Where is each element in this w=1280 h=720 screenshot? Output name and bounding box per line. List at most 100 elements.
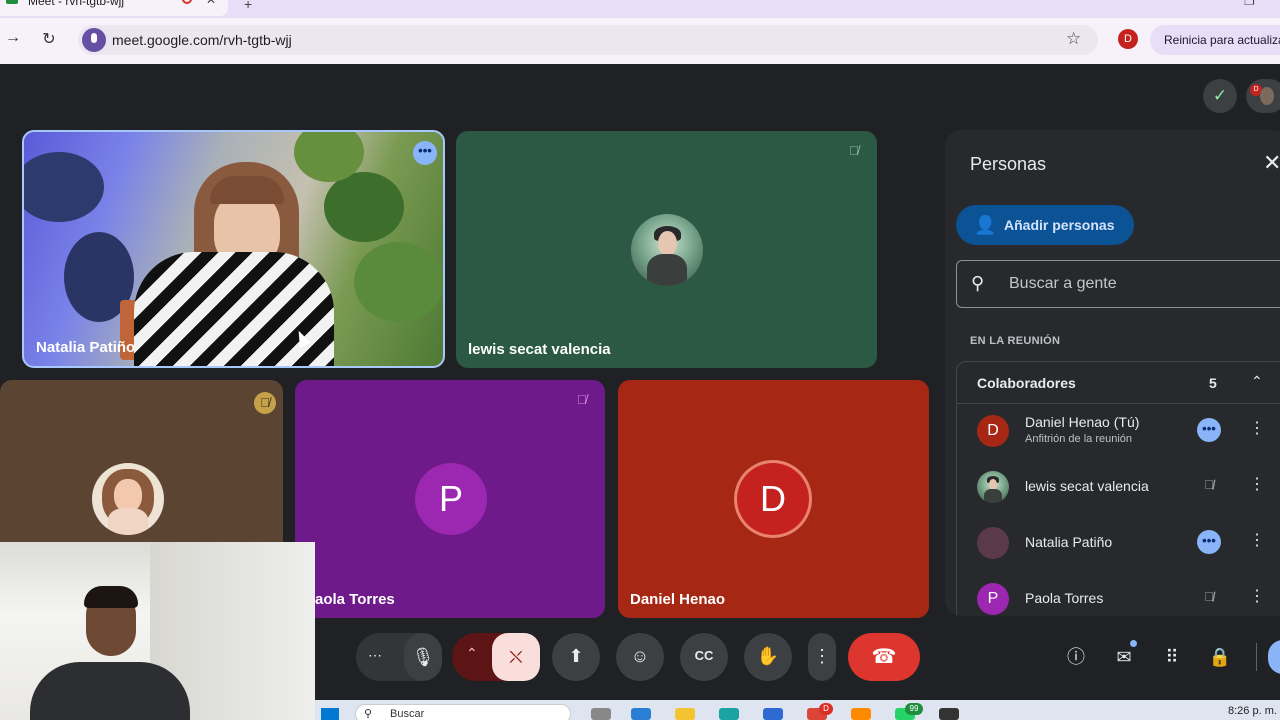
app-icon[interactable] [939, 708, 959, 720]
video-tile-paola[interactable]: 🎙̸ P Paola Torres [295, 380, 605, 618]
participants-avatars[interactable]: D [1246, 79, 1280, 113]
mic-off-icon: 🎙̸ [254, 392, 276, 414]
tile-options-icon[interactable]: ••• [413, 141, 437, 165]
profile-avatar[interactable]: D [1118, 29, 1138, 49]
mic-off-icon: 🎙̸ [1204, 477, 1214, 492]
participant-row[interactable]: lewis secat valencia 🎙̸ ⋮ [957, 458, 1280, 514]
participant-name: lewis secat valencia [1025, 478, 1149, 494]
camera-controls: ⌃ ⛌ [452, 633, 540, 681]
store-icon[interactable] [763, 708, 783, 720]
firefox-icon[interactable] [851, 708, 871, 720]
tile-name: lewis secat valencia [468, 341, 611, 358]
contributors-group: Colaboradores 5 ⌃ D Daniel Henao (Tú) An… [956, 361, 1280, 616]
captions-button[interactable]: CC [680, 633, 728, 681]
chevron-up-icon[interactable]: ⌃ [1251, 373, 1263, 390]
participant-row[interactable]: D Daniel Henao (Tú) Anfitrión de la reun… [957, 402, 1280, 458]
add-people-label: Añadir personas [1004, 217, 1115, 233]
more-vert-icon: ⋮ [813, 646, 831, 666]
participant-avatar [92, 463, 164, 535]
system-clock: 8:26 p. m. [1228, 705, 1277, 717]
group-title: Colaboradores [977, 375, 1076, 391]
activities-icon[interactable]: ⠿ [1160, 645, 1184, 669]
raise-hand-button[interactable]: ✋ [744, 633, 792, 681]
more-vert-icon[interactable]: ⋮ [1249, 586, 1265, 606]
site-permissions-icon[interactable] [82, 28, 106, 52]
more-vert-icon[interactable]: ⋮ [1249, 474, 1265, 494]
participant-avatar: P [415, 463, 487, 535]
plant-leaf [324, 172, 404, 242]
video-tile-lewis[interactable]: 🎙̸ lewis secat valencia [456, 131, 877, 368]
person-body [30, 662, 190, 720]
search-icon: ⚲ [364, 708, 373, 720]
plant-leaf [354, 242, 443, 322]
meet-favicon-icon [6, 0, 18, 4]
host-controls-icon[interactable]: 🔒 [1208, 645, 1232, 669]
close-tab-icon[interactable]: ✕ [206, 0, 216, 7]
present-screen-button[interactable]: ⬆ [552, 633, 600, 681]
chat-icon[interactable]: ✉ [1112, 645, 1136, 669]
bookmark-star-icon[interactable]: ☆ [1066, 29, 1081, 49]
file-explorer-icon[interactable] [675, 708, 695, 720]
add-people-button[interactable]: 👤 Añadir personas [956, 205, 1134, 245]
avatar [977, 471, 1009, 503]
audio-controls: ⋯ 🎙 [356, 633, 442, 681]
tile-name: Daniel Henao [630, 591, 726, 608]
browser-tab-meet[interactable]: Meet - rvh-tgtb-wjj ✕ [0, 0, 228, 16]
reload-icon[interactable]: ↻ [37, 29, 61, 49]
present-icon: ⬆ [568, 646, 584, 666]
windows-start-icon[interactable] [321, 708, 339, 720]
section-label: EN LA REUNIÓN [970, 335, 1061, 347]
forward-icon[interactable]: → [1, 29, 25, 47]
captions-icon: CC [694, 648, 714, 663]
person-bangs [210, 176, 284, 204]
search-people-input[interactable]: ⚲ Buscar a gente [956, 260, 1280, 308]
more-vert-icon[interactable]: ⋮ [1249, 530, 1265, 550]
more-options-button[interactable]: ⋮ [808, 633, 836, 681]
taskbar-search[interactable]: ⚲ Buscar [355, 704, 571, 720]
taskbar-search-placeholder: Buscar [390, 708, 425, 720]
speaking-indicator-icon: ••• [1197, 418, 1221, 442]
participant-name: Paola Torres [1025, 590, 1104, 606]
video-tile-natalia[interactable]: ••• Natalia Patiño [22, 130, 445, 368]
copilot-icon[interactable] [631, 708, 651, 720]
people-panel: Personas ✕ 👤 Añadir personas ⚲ Buscar a … [945, 130, 1280, 616]
reactions-button[interactable]: ☺ [616, 633, 664, 681]
avatar-photo [1260, 87, 1274, 105]
mic-off-icon: 🎙̸ [577, 392, 587, 407]
address-bar[interactable]: meet.google.com/rvh-tgtb-wjj ☆ [78, 25, 1098, 55]
edge-icon[interactable] [719, 708, 739, 720]
audio-options-icon[interactable]: ⋯ [368, 647, 382, 664]
person-hair [84, 586, 138, 608]
participant-name: Daniel Henao (Tú) [1025, 414, 1140, 430]
leave-call-button[interactable]: ☎ [848, 633, 920, 681]
participant-name: Natalia Patiño [1025, 534, 1113, 550]
meeting-info-icon[interactable]: ⓘ [1064, 645, 1088, 669]
group-count: 5 [1209, 375, 1217, 391]
participant-row[interactable]: Natalia Patiño ••• ⋮ [957, 514, 1280, 570]
avatar: D [977, 415, 1009, 447]
windows-taskbar: ⚲ Buscar D 99 [315, 700, 1280, 720]
tile-name: Natalia Patiño [36, 339, 136, 356]
participant-row[interactable]: P Paola Torres 🎙̸ ⋮ [957, 570, 1280, 616]
checkmark-icon[interactable]: ✓ [1203, 79, 1237, 113]
more-vert-icon[interactable]: ⋮ [1249, 418, 1265, 438]
update-button[interactable]: Reinicia para actualizar [1150, 25, 1280, 55]
add-person-icon: 👤 [974, 215, 997, 235]
new-tab-icon[interactable]: + [244, 0, 252, 12]
person-sweater [134, 252, 334, 366]
window-control-icon[interactable]: ❐ [1244, 0, 1255, 8]
emoji-icon: ☺ [630, 646, 650, 666]
microphone-button[interactable]: 🎙 [404, 633, 442, 681]
video-tile-daniel[interactable]: D Daniel Henao [618, 380, 929, 618]
people-button[interactable] [1268, 640, 1280, 674]
browser-tab-strip: Meet - rvh-tgtb-wjj ✕ + ❐ [0, 0, 1280, 18]
panel-title: Personas [970, 154, 1047, 174]
camera-off-button[interactable]: ⛌ [492, 633, 540, 681]
close-icon[interactable]: ✕ [1263, 150, 1280, 176]
group-header[interactable]: Colaboradores 5 ⌃ [957, 362, 1280, 404]
plant-leaf [24, 152, 104, 222]
divider [1256, 643, 1257, 671]
taskview-icon[interactable] [591, 708, 611, 720]
chevron-up-icon[interactable]: ⌃ [466, 645, 478, 662]
avatar: P [977, 583, 1009, 615]
